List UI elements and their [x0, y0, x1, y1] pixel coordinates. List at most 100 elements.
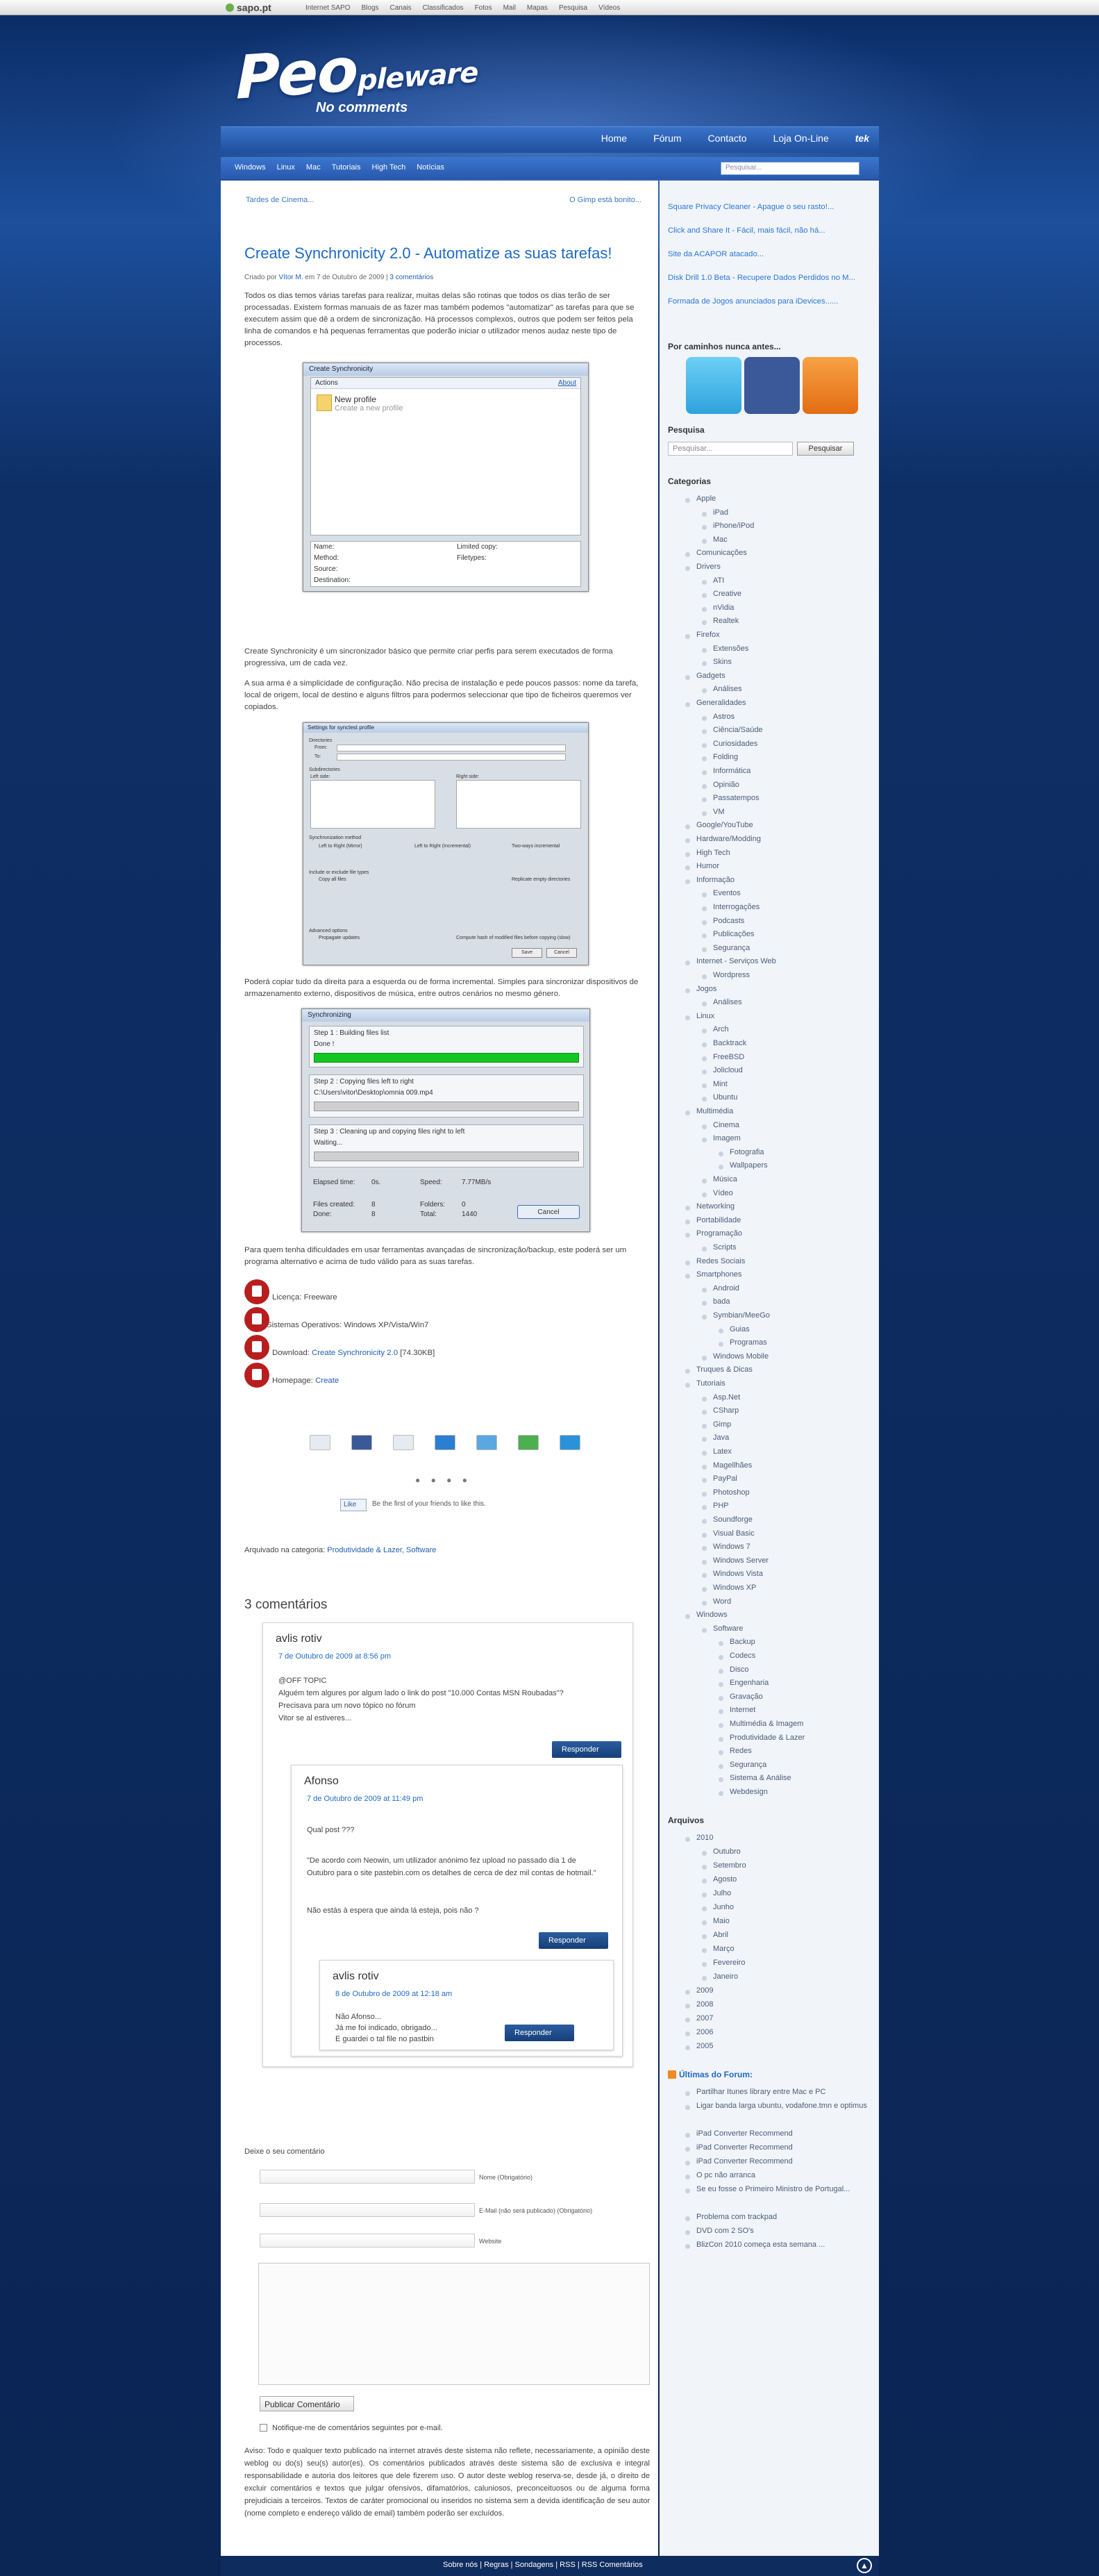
download-link[interactable]: Create Synchronicity 2.0 — [312, 1349, 398, 1357]
category-item[interactable]: Vídeo — [702, 1189, 733, 1197]
sapo-logo[interactable]: sapo.pt — [226, 2, 271, 13]
sidebar-link[interactable]: Disk Drill 1.0 Beta - Recupere Dados Per… — [668, 274, 855, 282]
category-item[interactable]: Gimp — [701, 1420, 731, 1429]
subnav-mac[interactable]: Mac — [306, 163, 321, 172]
share-skype-icon[interactable] — [560, 1435, 580, 1450]
category-item[interactable]: Wallpapers — [719, 1161, 768, 1170]
category-item[interactable]: Windows Vista — [702, 1570, 763, 1579]
category-item[interactable]: Jolicloud — [702, 1066, 743, 1075]
forum-item[interactable]: BlizCon 2010 começa esta semana ... — [685, 2241, 825, 2249]
nav-forum[interactable]: Fórum — [653, 133, 681, 144]
category-item[interactable]: Skins — [702, 658, 732, 667]
comment-date[interactable]: 7 de Outubro de 2009 at 8:56 pm — [278, 1652, 391, 1661]
category-item[interactable]: Scripts — [702, 1243, 737, 1252]
reply-button[interactable]: Responder — [505, 2025, 574, 2041]
forum-item[interactable]: iPad Converter Recommend — [685, 2143, 793, 2152]
category-item[interactable]: Photoshop — [702, 1488, 750, 1497]
category-item[interactable]: Opinião — [702, 781, 739, 789]
reply-button[interactable]: Responder — [552, 1741, 621, 1758]
category-item[interactable]: Windows Mobile — [701, 1352, 769, 1361]
category-item[interactable]: Software — [701, 1624, 743, 1633]
category-item[interactable]: Sistema & Análise — [719, 1774, 791, 1783]
category-item[interactable]: Ciência/Saúde — [702, 726, 763, 735]
forum-item[interactable]: Problema com trackpad — [685, 2213, 777, 2221]
category-item[interactable]: Generalidades — [685, 699, 746, 707]
comment-date[interactable]: 8 de Outubro de 2009 at 12:18 am — [335, 1990, 452, 1998]
category-item[interactable]: Humor — [685, 862, 719, 871]
subnav-hightech[interactable]: High Tech — [371, 163, 405, 172]
archive-item[interactable]: Junho — [702, 1903, 734, 1911]
category-item[interactable]: Programas — [719, 1338, 767, 1347]
topbar-link[interactable]: Internet SAPO — [305, 4, 350, 12]
category-item[interactable]: Apple — [685, 495, 716, 503]
author-link[interactable]: Vítor M. — [278, 274, 303, 281]
category-item[interactable]: Smartphones — [685, 1270, 741, 1279]
archive-item[interactable]: 2010 — [685, 1834, 713, 1842]
category-item[interactable]: Realtek — [701, 617, 739, 626]
category-item[interactable]: Redes — [719, 1747, 752, 1756]
rss-icon[interactable] — [803, 357, 858, 414]
category-item[interactable]: Android — [702, 1284, 739, 1293]
category-item[interactable]: Firefox — [685, 631, 720, 639]
forum-item[interactable]: iPad Converter Recommend — [685, 2129, 793, 2138]
sidebar-link[interactable]: Square Privacy Cleaner - Apague o seu ra… — [668, 203, 834, 211]
nav-home[interactable]: Home — [601, 133, 627, 144]
forum-item[interactable]: O pc não arranca — [685, 2171, 755, 2179]
archive-item[interactable]: 2005 — [685, 2042, 713, 2050]
topbar-link[interactable]: Pesquisa — [559, 4, 587, 12]
topbar-link[interactable]: Canais — [390, 4, 412, 12]
subnav-windows[interactable]: Windows — [235, 163, 266, 172]
category-item[interactable]: Informação — [685, 876, 735, 884]
category-item[interactable]: Windows 7 — [702, 1543, 750, 1552]
category-item[interactable]: Visual Basic — [702, 1529, 755, 1538]
category-item[interactable]: Wordpress — [702, 971, 750, 979]
category-item[interactable]: Guias — [719, 1325, 750, 1333]
share-whatsapp-icon[interactable] — [518, 1435, 539, 1450]
category-item[interactable]: Portabilidade — [685, 1216, 741, 1224]
category-item[interactable]: Programação — [685, 1229, 742, 1238]
category-item[interactable]: Cinema — [702, 1121, 739, 1129]
category-item[interactable]: Multimédia & Imagem — [718, 1720, 803, 1728]
reply-button[interactable]: Responder — [539, 1932, 608, 1949]
archive-item[interactable]: 2007 — [685, 2014, 713, 2022]
forum-item[interactable]: DVD com 2 SO's — [685, 2227, 754, 2235]
category-item[interactable]: Drivers — [685, 563, 721, 571]
category-item[interactable]: Fotografia — [719, 1148, 764, 1156]
category-item[interactable]: High Tech — [685, 849, 730, 857]
category-item[interactable]: Multimédia — [685, 1107, 733, 1115]
sidebar-search-input[interactable]: Pesquisar... — [668, 442, 793, 456]
nav-tek[interactable]: tek — [855, 133, 869, 144]
category-item[interactable]: Internet — [718, 1706, 755, 1715]
category-item[interactable]: Codecs — [718, 1652, 755, 1660]
category-item[interactable]: Segurança — [718, 1761, 766, 1769]
archive-item[interactable]: Janeiro — [701, 1972, 738, 1981]
category-item[interactable]: Passatempos — [702, 794, 760, 803]
archive-item[interactable]: Abril — [701, 1931, 728, 1939]
category-item[interactable]: Magellhães — [701, 1461, 752, 1470]
category-item[interactable]: Interrogações — [701, 903, 760, 911]
back-to-top-icon[interactable]: ▲ — [857, 2558, 872, 2573]
category-item[interactable]: Mint — [702, 1080, 728, 1088]
topbar-link[interactable]: Mapas — [527, 4, 548, 12]
post-title[interactable]: Create Synchronicity 2.0 - Automatize as… — [244, 244, 612, 263]
top-search-input[interactable]: Pesquisar... — [721, 162, 859, 175]
category-item[interactable]: Mac — [702, 535, 728, 544]
category-item[interactable]: Truques & Dicas — [685, 1365, 753, 1374]
category-item[interactable]: Internet - Serviços Web — [685, 957, 776, 966]
like-button[interactable]: Like — [340, 1499, 367, 1511]
archive-item[interactable]: Outubro — [702, 1847, 741, 1856]
nav-loja[interactable]: Loja On-Line — [773, 133, 829, 144]
forum-item[interactable]: Partilhar Itunes library entre Mac e PC — [685, 2088, 825, 2096]
sidebar-link[interactable]: Formada de Jogos anunciados para iDevice… — [668, 297, 839, 306]
archive-item[interactable]: 2006 — [685, 2028, 713, 2036]
category-item[interactable]: Tutoriais — [685, 1379, 725, 1388]
email-field[interactable] — [260, 2203, 475, 2217]
share-facebook-icon[interactable] — [351, 1435, 372, 1450]
category-item[interactable]: Linux — [685, 1012, 714, 1020]
category-item[interactable]: Folding — [701, 753, 738, 762]
topbar-link[interactable]: Blogs — [361, 4, 378, 12]
sidebar-link[interactable]: Click and Share It - Fácil, mais fácil, … — [668, 226, 825, 235]
share-twitter-icon[interactable] — [476, 1435, 497, 1450]
category-item[interactable]: bada — [701, 1297, 730, 1306]
category-item[interactable]: Astros — [701, 713, 735, 721]
